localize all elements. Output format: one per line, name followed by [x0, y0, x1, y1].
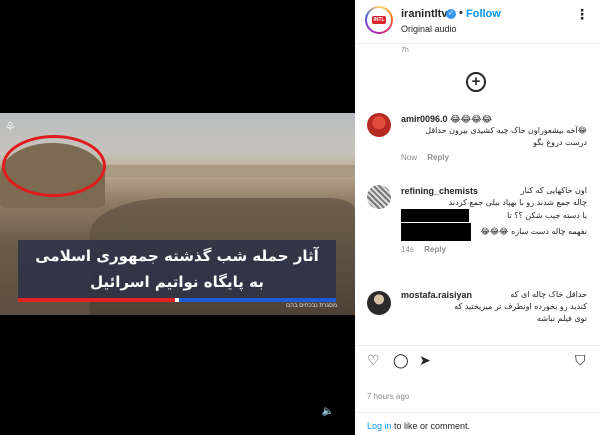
login-prompt-text: to like or comment. [391, 421, 471, 431]
comment-username[interactable]: mostafa.raisiyan [401, 289, 472, 301]
post-timestamp: 7 hours ago [367, 392, 410, 401]
separator-dot: • [459, 7, 463, 19]
comment-text-line-1: حداقل خاک چاله ای که [510, 290, 587, 299]
comment-text-line-2: چاله جمع شدند رو با بهپاد بیلی جمع کردند [448, 198, 587, 207]
comment-text-line-2: کندید رو بخورده اونطرف تر میریختید که [454, 302, 587, 311]
video-caption: آثار حمله شب گذشته جمهوری اسلامی به پایگ… [18, 240, 336, 298]
post-header: INTL iranintltv ✓ • Follow Original audi… [355, 0, 600, 44]
post-details-pane: INTL iranintltv ✓ • Follow Original audi… [355, 0, 600, 435]
comment-emoji: 😂😂😂😂 [450, 114, 493, 124]
like-heart-icon[interactable]: ♡ [367, 352, 380, 369]
comment-text-line-3: توی فیلم نباشه [537, 314, 587, 323]
red-highlight-circle [2, 135, 106, 197]
channel-watermark-icon: ⚘ [4, 119, 17, 135]
comment-text-line-4: نفهمه چاله دست سازه 😂😂😂 [480, 227, 587, 236]
reply-button[interactable]: Reply [424, 245, 446, 254]
save-bookmark-icon[interactable]: ⛉ [575, 352, 586, 369]
post-actions-bar: ♡ ◯ ➤ ⛉ [355, 345, 600, 369]
login-prompt: Log in to like or comment. [355, 412, 600, 435]
comment-username[interactable]: amir0096.0 [401, 114, 448, 124]
login-link[interactable]: Log in [367, 421, 392, 431]
comment-username[interactable]: refining_chemists [401, 185, 478, 197]
brand-badge: INTL [372, 16, 386, 24]
comment-avatar[interactable] [367, 291, 391, 315]
account-avatar[interactable]: INTL [365, 6, 393, 34]
audio-label[interactable]: Original audio [401, 24, 457, 34]
caption-color-bar [18, 298, 336, 302]
comment-text-line-3: یا دسته جیب شکن ؟؟ تا [507, 210, 587, 220]
more-options-icon[interactable]: ⋮ [575, 6, 589, 23]
redaction-block [401, 209, 469, 222]
account-name[interactable]: iranintltv [401, 8, 447, 20]
share-send-icon[interactable]: ➤ [419, 352, 431, 369]
comment-text-line-1: اون خاکهایی که کنار [520, 186, 587, 195]
load-more-comments-icon[interactable]: + [466, 72, 486, 92]
redaction-block [401, 223, 471, 241]
media-panel: ⚘ آثار حمله شب گذشته جمهوری اسلامی به پا… [0, 0, 355, 435]
video-credit: מסגרת נבכחים בהם [286, 303, 338, 309]
mute-icon[interactable]: 🔈 [320, 404, 336, 420]
reply-button[interactable]: Reply [427, 153, 449, 162]
instagram-post-view: ⚘ آثار حمله شب گذشته جمهوری اسلامی به پا… [0, 0, 600, 435]
comment-avatar[interactable] [367, 185, 391, 209]
comment-text: 😂آخه بیشعوراون خاک چیه کشیدی بیرون حداقل… [425, 126, 587, 147]
follow-button[interactable]: Follow [466, 8, 501, 20]
comment-time: Now [401, 153, 418, 162]
comments-list: 7h + amir0096.0 😂😂😂😂 😂آخه بیشعوراون خاک … [355, 45, 600, 340]
comment-time: 14s [401, 245, 414, 254]
verified-badge-icon: ✓ [446, 9, 456, 19]
caption-line-1: آثار حمله شب گذشته جمهوری اسلامی [35, 247, 319, 265]
comment-avatar[interactable] [367, 113, 391, 137]
video-player[interactable]: ⚘ آثار حمله شب گذشته جمهوری اسلامی به پا… [0, 113, 355, 315]
caption-line-2: به پایگاه نواتیم اسرائیل [90, 273, 264, 291]
partial-comment-time: 7h [401, 47, 409, 54]
comment-bubble-icon[interactable]: ◯ [393, 352, 409, 369]
